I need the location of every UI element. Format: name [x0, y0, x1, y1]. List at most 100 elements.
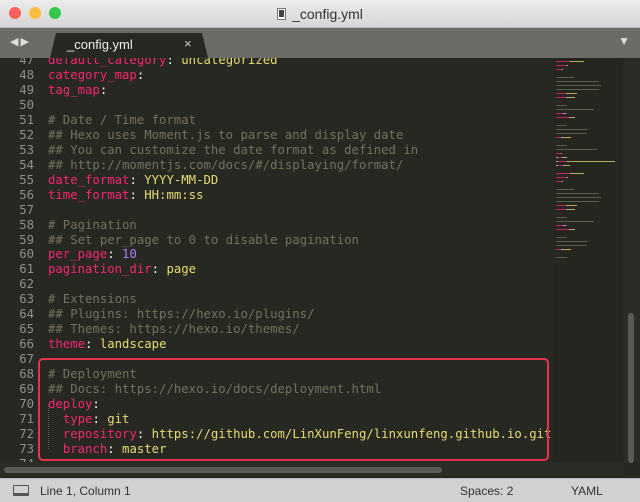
minimap-mark	[571, 229, 575, 230]
line-number: 72	[19, 427, 34, 441]
code-token: :	[166, 58, 182, 67]
minimap-mark	[568, 97, 575, 98]
line-number: 56	[19, 187, 34, 202]
forward-arrow-icon[interactable]: ▶	[20, 36, 30, 48]
minimap-mark	[556, 125, 567, 126]
code-token: ## Set per_page to 0 to disable paginati…	[48, 232, 359, 247]
minimap-mark	[556, 65, 567, 66]
horizontal-scrollbar[interactable]	[0, 462, 624, 476]
minimap-mark	[562, 69, 563, 70]
code-token: # Pagination	[48, 217, 137, 232]
deployment-highlight-box	[38, 358, 549, 461]
code-token: pagination_dir	[48, 262, 152, 277]
code-line: 62	[0, 277, 553, 292]
code-line: 63 # Extensions	[0, 292, 553, 307]
code-token: ## Hexo uses Moment.js to parse and disp…	[48, 127, 404, 142]
minimap-mark	[556, 93, 566, 94]
minimap-mark	[556, 97, 566, 98]
code-line: 58 # Pagination	[0, 218, 553, 233]
line-number: 47	[19, 58, 34, 67]
minimap-mark	[556, 85, 601, 86]
code-token: ## You can customize the date format as …	[48, 142, 419, 157]
minimap-mark	[556, 229, 569, 230]
line-number: 68	[19, 367, 34, 382]
code-line: 51 # Date / Time format	[0, 113, 553, 128]
syntax-selector[interactable]: YAML	[571, 484, 603, 498]
minimap-mark	[562, 181, 563, 182]
code-token: date_format	[48, 172, 130, 187]
minimap-mark	[556, 133, 587, 134]
indentation-setting[interactable]: Spaces: 2	[460, 484, 513, 498]
minimap-mark	[567, 177, 568, 178]
minimap-mark	[565, 225, 567, 226]
back-arrow-icon[interactable]: ◀	[10, 36, 20, 48]
minimap-mark	[556, 89, 599, 90]
minimap-mark	[563, 137, 571, 138]
window-title-text: _config.yml	[292, 6, 363, 22]
minimap-mark	[556, 105, 567, 106]
code-line: 53 ## You can customize the date format a…	[0, 143, 553, 158]
tab-config-yml[interactable]: _config.yml ×	[50, 33, 208, 58]
code-token: ## Plugins: https://hexo.io/plugins/	[48, 307, 315, 322]
code-line: 65 ## Themes: https://hexo.io/themes/	[0, 322, 553, 337]
minimap-mark	[556, 257, 567, 258]
code-token: :	[85, 337, 100, 352]
code-token: YYYY-MM-DD	[144, 172, 219, 187]
window-title: _config.yml	[0, 6, 640, 22]
minimap-mark	[568, 205, 577, 206]
minimap-mark	[563, 249, 571, 250]
minimap-mark	[556, 77, 574, 78]
code-line: 54 ## http://momentjs.com/docs/#/displayi…	[0, 158, 553, 173]
title-bar: _config.yml	[0, 0, 640, 28]
line-number: 53	[19, 142, 34, 157]
code-token: # Extensions	[48, 292, 137, 307]
code-token: time_format	[48, 187, 130, 202]
minimap-mark	[556, 209, 566, 210]
line-number: 64	[19, 307, 34, 322]
line-number: 67	[19, 352, 34, 367]
panel-toggle-icon[interactable]	[13, 485, 29, 496]
horizontal-scroll-thumb[interactable]	[4, 467, 442, 473]
minimap-mark	[556, 237, 567, 238]
line-number: 63	[19, 292, 34, 307]
line-number: 69	[19, 382, 34, 397]
minimap-mark	[556, 225, 563, 226]
document-icon	[277, 8, 287, 20]
line-number: 48	[19, 67, 34, 82]
line-number: 55	[19, 172, 34, 187]
code-token: :	[151, 262, 167, 277]
code-line: 49 tag_map:	[0, 83, 553, 98]
minimap-mark	[561, 153, 562, 154]
code-token: per_page	[48, 247, 108, 262]
line-number: 58	[19, 217, 34, 232]
minimap-mark	[556, 61, 570, 62]
close-tab-icon[interactable]: ×	[184, 36, 192, 51]
minimap-mark	[556, 81, 599, 82]
line-number: 54	[19, 157, 34, 172]
tab-menu-dropdown-icon[interactable]: ▼	[618, 34, 630, 48]
code-line: 55 date_format: YYYY-MM-DD	[0, 173, 553, 188]
code-line: 57	[0, 203, 553, 218]
minimap-mark	[571, 117, 575, 118]
line-number: 61	[19, 262, 34, 277]
code-line: 50	[0, 98, 553, 113]
line-number: 71	[19, 412, 34, 427]
tab-bar: ◀▶ _config.yml × ▼	[0, 28, 640, 58]
status-bar: Line 1, Column 1 Spaces: 2 YAML	[0, 478, 640, 502]
vertical-scroll-thumb[interactable]	[628, 313, 634, 463]
line-number: 52	[19, 127, 34, 142]
vertical-scrollbar[interactable]	[624, 58, 640, 463]
minimap-mark	[556, 245, 587, 246]
code-line: 48 category_map:	[0, 68, 553, 83]
code-token: ## Themes: https://hexo.io/themes/	[48, 322, 300, 337]
minimap[interactable]	[553, 58, 621, 462]
minimap-mark	[556, 197, 601, 198]
code-token: tag_map	[48, 82, 100, 97]
code-token: :	[107, 247, 123, 262]
line-number: 62	[19, 277, 34, 292]
code-token: uncategorized	[181, 58, 278, 67]
minimap-mark	[556, 241, 588, 242]
minimap-mark	[556, 173, 570, 174]
minimap-mark	[556, 149, 597, 150]
minimap-mark	[564, 157, 567, 158]
